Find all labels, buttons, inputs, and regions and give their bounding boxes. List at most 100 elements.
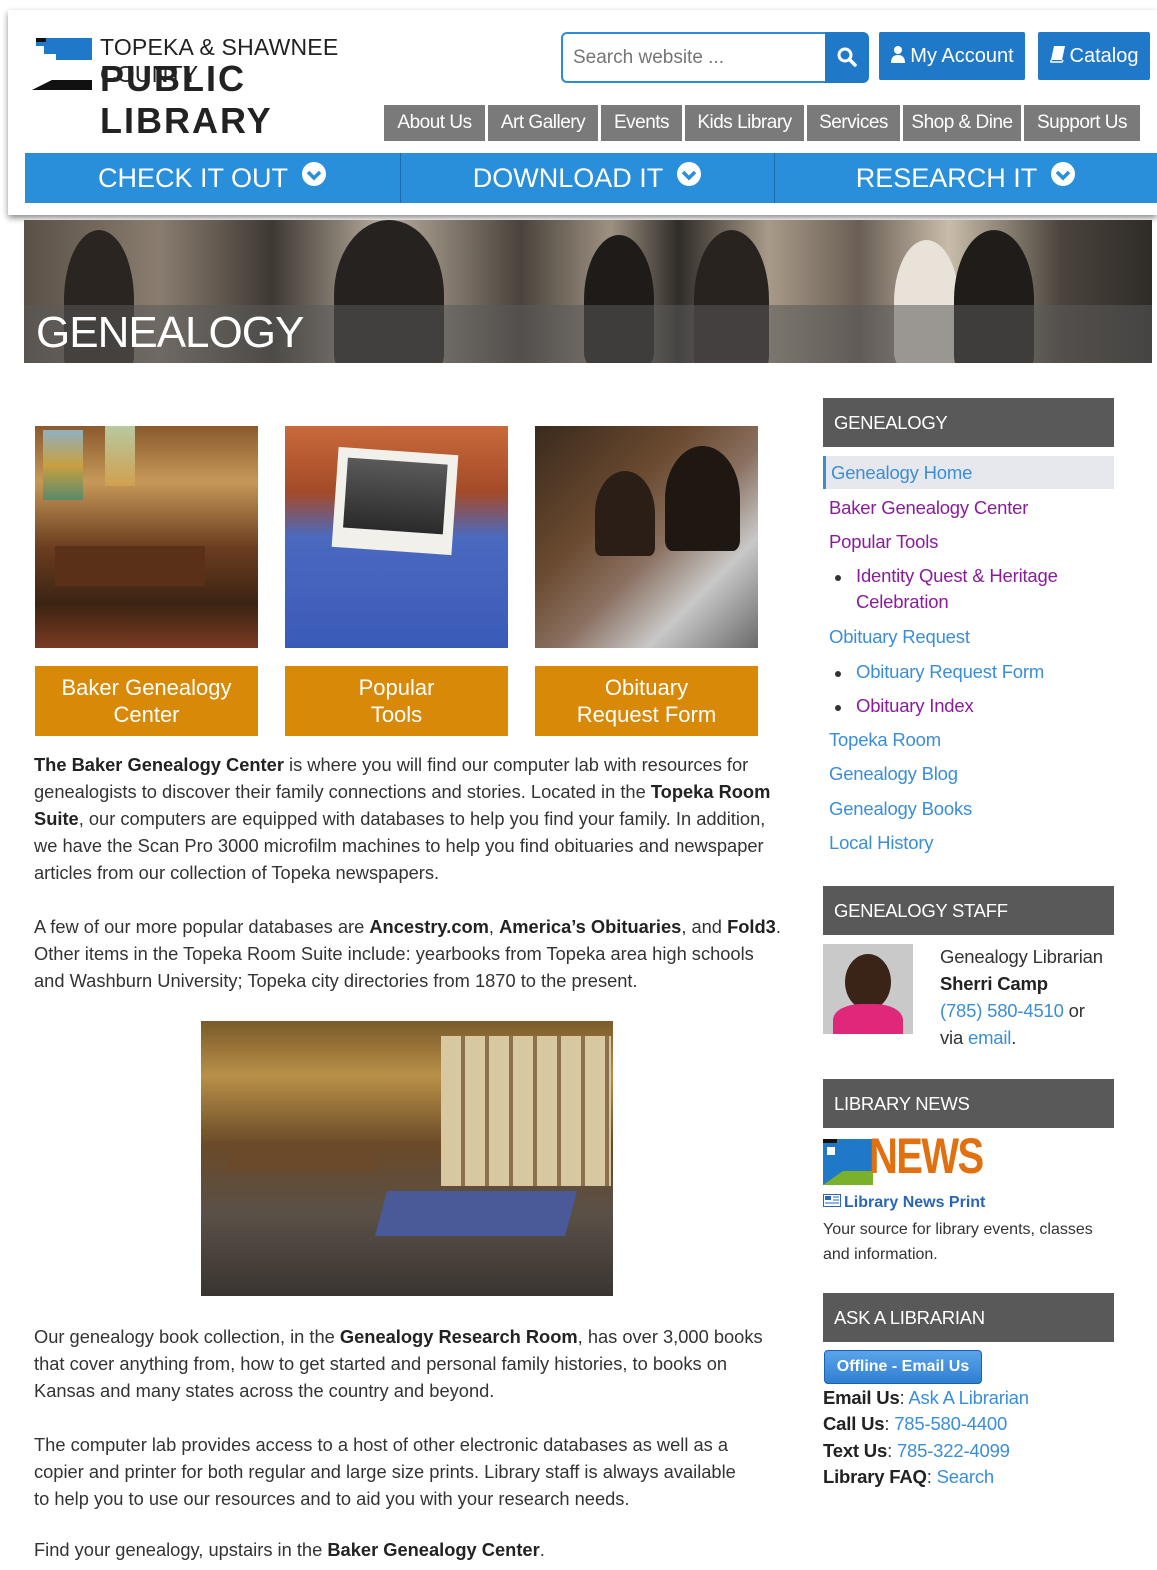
book-icon [1049, 33, 1066, 81]
main-nav: About Us Art Gallery Events Kids Library… [384, 105, 1140, 141]
download-it-label: DOWNLOAD IT [472, 163, 663, 193]
link-line: Identity Quest & Heritage [856, 565, 1058, 586]
bullet-icon [835, 671, 841, 677]
ask-a-librarian-link[interactable]: Ask A Librarian [908, 1387, 1029, 1408]
staff-photo [823, 944, 913, 1034]
body-text: , our computers are equipped with databa… [34, 808, 766, 883]
download-it-menu[interactable]: DOWNLOAD IT [401, 153, 775, 203]
popular-tools-button[interactable]: Popular Tools [285, 666, 508, 736]
library-logo-icon [823, 1139, 873, 1185]
sidebar-item-identity-quest[interactable]: Identity Quest & Heritage Celebration [856, 563, 1058, 615]
body-text: , [488, 916, 500, 937]
contact-text-row: Text Us: 785-322-4099 [823, 1440, 1010, 1462]
text-or: or [1063, 1000, 1085, 1021]
books-paragraph: Our genealogy book collection, in the Ge… [34, 1323, 784, 1404]
contact-faq-row: Library FAQ: Search [823, 1466, 994, 1488]
sidebar-item-topeka-room[interactable]: Topeka Room [829, 729, 941, 751]
staff-title: Genealogy Librarian [940, 946, 1103, 967]
contact-label: Call Us [823, 1413, 885, 1434]
body-text: The computer lab provides access to a ho… [34, 1434, 736, 1509]
bold-text: America’s Obituaries [499, 916, 682, 937]
sidebar-item-genealogy-blog[interactable]: Genealogy Blog [829, 763, 958, 785]
sidebar-news-heading: LIBRARY NEWS [823, 1079, 1114, 1128]
research-room-photo [201, 1021, 613, 1296]
user-icon [890, 33, 906, 81]
contact-label: Email Us [823, 1387, 900, 1408]
bullet-icon [835, 575, 841, 581]
sidebar-ask-heading: ASK A LIBRARIAN [823, 1293, 1114, 1342]
obituary-request-form-button[interactable]: Obituary Request Form [535, 666, 758, 736]
library-news-print-link[interactable]: Library News Print [823, 1194, 985, 1212]
avatar-shoulders [833, 1004, 903, 1034]
staff-email-link[interactable]: email [968, 1027, 1011, 1048]
body-text: Find your genealogy, upstairs in the [34, 1539, 328, 1560]
body-text: , and [681, 916, 728, 937]
shelving-units [441, 1036, 611, 1186]
colon: : [884, 1413, 895, 1434]
nav-kids-library[interactable]: Kids Library [685, 105, 804, 141]
nav-shop-dine[interactable]: Shop & Dine [903, 105, 1021, 141]
sidebar-item-popular-tools[interactable]: Popular Tools [829, 531, 938, 553]
library-news-logo[interactable]: NEWS [823, 1128, 984, 1188]
sidebar-item-genealogy-home[interactable]: Genealogy Home [831, 462, 972, 484]
body-text: Our genealogy book collection, in the [34, 1326, 340, 1347]
sidebar-item-obituary-index[interactable]: Obituary Index [856, 693, 974, 719]
popular-tools-photo[interactable] [285, 426, 508, 648]
call-phone-link[interactable]: 785-580-4400 [894, 1413, 1007, 1434]
library-logo-icon [32, 38, 92, 90]
sidebar-item-local-history[interactable]: Local History [829, 832, 934, 854]
tile-label-line: Baker Genealogy [61, 675, 232, 700]
text-phone-link[interactable]: 785-322-4099 [897, 1440, 1010, 1461]
chevron-down-icon [1050, 153, 1076, 203]
contact-call-row: Call Us: 785-580-4400 [823, 1413, 1007, 1435]
sidebar-item-obituary-request[interactable]: Obituary Request [829, 626, 970, 648]
sidebar-item-genealogy-books[interactable]: Genealogy Books [829, 798, 972, 820]
databases-paragraph: A few of our more popular databases are … [34, 913, 784, 994]
faq-search-link[interactable]: Search [937, 1466, 995, 1487]
body-text: A few of our more popular databases are [34, 916, 370, 937]
chevron-down-icon [301, 153, 327, 203]
baker-center-photo[interactable] [35, 426, 258, 648]
staff-name: Sherri Camp [940, 973, 1048, 994]
table-shape [225, 1141, 387, 1171]
news-logo-text: NEWS [869, 1128, 984, 1184]
search-button[interactable] [825, 32, 869, 83]
check-it-out-label: CHECK IT OUT [97, 163, 288, 193]
contact-label: Text Us [823, 1440, 888, 1461]
check-it-out-menu[interactable]: CHECK IT OUT [25, 153, 401, 203]
nav-about-us[interactable]: About Us [384, 105, 485, 141]
closing-paragraph: Find your genealogy, upstairs in the Bak… [34, 1536, 784, 1563]
table-shape [374, 1191, 578, 1236]
text-via: via [940, 1027, 968, 1048]
tile-label-line: Obituary [604, 675, 689, 700]
staff-phone-link[interactable]: (785) 580-4510 [940, 1000, 1064, 1021]
sidebar-item-obituary-request-form[interactable]: Obituary Request Form [856, 659, 1044, 685]
obituary-photo[interactable] [535, 426, 758, 648]
nav-services[interactable]: Services [807, 105, 900, 141]
bullet-icon [835, 705, 841, 711]
my-account-label: My Account [910, 45, 1014, 67]
tile-label-line: Popular [358, 675, 435, 700]
nav-events[interactable]: Events [601, 105, 682, 141]
sidebar-item-baker-genealogy-center[interactable]: Baker Genealogy Center [829, 497, 1028, 519]
tile-label-line: Center [113, 702, 180, 727]
my-account-button[interactable]: My Account [879, 32, 1025, 80]
text-period: . [1011, 1027, 1017, 1048]
offline-email-us-button[interactable]: Offline - Email Us [824, 1350, 982, 1384]
search-input[interactable] [561, 32, 825, 83]
nav-art-gallery[interactable]: Art Gallery [488, 105, 598, 141]
computer-lab-paragraph: The computer lab provides access to a ho… [34, 1431, 754, 1512]
portrait-figure [595, 471, 655, 556]
contact-email-row: Email Us: Ask A Librarian [823, 1387, 1029, 1409]
research-it-menu[interactable]: RESEARCH IT [775, 153, 1157, 203]
catalog-button[interactable]: Catalog [1038, 32, 1150, 80]
baker-genealogy-center-button[interactable]: Baker Genealogy Center [35, 666, 258, 736]
colon: : [926, 1466, 937, 1487]
avatar [845, 954, 891, 1010]
page-title: GENEALOGY [36, 308, 304, 357]
nav-support-us[interactable]: Support Us [1024, 105, 1140, 141]
library-logo[interactable]: TOPEKA & SHAWNEE COUNTY PUBLIC LIBRARY [28, 32, 428, 141]
page-banner: GENEALOGY [24, 220, 1152, 363]
bold-text: The Baker Genealogy Center [34, 754, 284, 775]
portrait-figure [665, 446, 740, 551]
